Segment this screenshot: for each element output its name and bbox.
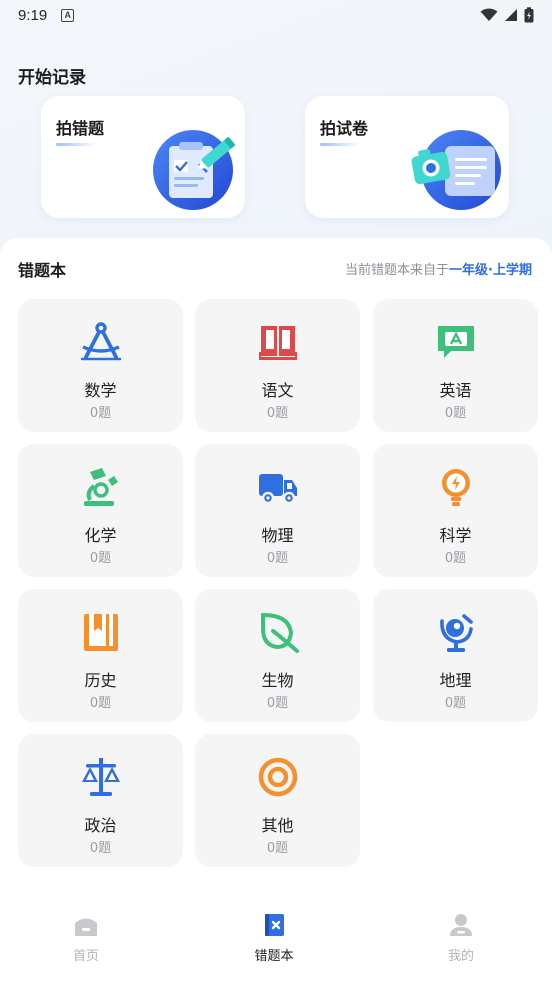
- scale-icon: [80, 756, 122, 798]
- subject-card-biology[interactable]: 生物 0题: [195, 589, 360, 722]
- subject-count: 0题: [444, 551, 467, 566]
- subject-name: 地理: [439, 671, 472, 690]
- profile-icon: [406, 910, 516, 940]
- mistake-book-title: 错题本: [18, 261, 67, 280]
- battery-icon: [524, 7, 534, 23]
- signal-icon: [505, 9, 517, 21]
- subject-name: 语文: [261, 381, 294, 400]
- snap-paper-card[interactable]: 拍试卷: [305, 96, 509, 218]
- mistake-book-source[interactable]: 当前错题本来自于一年级·上学期: [345, 259, 532, 278]
- globe-icon: [435, 611, 477, 653]
- tab-profile[interactable]: 我的: [406, 910, 516, 964]
- subject-card-politics[interactable]: 政治 0题: [18, 734, 183, 867]
- bottom-tab-bar: 首页 错题本 我的: [0, 898, 552, 984]
- card-underline: [320, 143, 360, 146]
- mistake-book-icon: [219, 910, 329, 940]
- subject-count: 0题: [266, 551, 289, 566]
- subject-card-physics[interactable]: 物理 0题: [195, 444, 360, 577]
- subject-name: 英语: [439, 381, 472, 400]
- source-grade[interactable]: 一年级·上学期: [449, 263, 532, 278]
- card-underline: [56, 143, 96, 146]
- subject-card-chemistry[interactable]: 化学 0题: [18, 444, 183, 577]
- subject-name: 数学: [84, 381, 117, 400]
- book-icon: [257, 321, 299, 363]
- leaf-icon: [257, 611, 299, 653]
- subject-name: 其他: [261, 816, 294, 835]
- subject-card-english[interactable]: 英语 0题: [373, 299, 538, 432]
- subject-count: 0题: [444, 696, 467, 711]
- snap-paper-label: 拍试卷: [320, 119, 369, 138]
- bulb-icon: [435, 466, 477, 508]
- subject-count: 0题: [266, 696, 289, 711]
- subject-name: 化学: [84, 526, 117, 545]
- target-icon: [257, 756, 299, 798]
- subject-count: 0题: [266, 406, 289, 421]
- bookmark-book-icon: [80, 611, 122, 653]
- camera-paper-illustration: [411, 130, 501, 210]
- status-bar: 9:19 A: [0, 0, 552, 30]
- source-prefix: 当前错题本来自于: [345, 263, 450, 278]
- snap-mistake-label: 拍错题: [56, 119, 105, 138]
- snap-mistake-card[interactable]: 拍错题: [41, 96, 245, 218]
- subject-name: 政治: [84, 816, 117, 835]
- subject-card-geography[interactable]: 地理 0题: [373, 589, 538, 722]
- subject-card-history[interactable]: 历史 0题: [18, 589, 183, 722]
- subject-count: 0题: [89, 551, 112, 566]
- subject-card-science[interactable]: 科学 0题: [373, 444, 538, 577]
- subject-card-chinese[interactable]: 语文 0题: [195, 299, 360, 432]
- tab-mistake-book[interactable]: 错题本: [219, 910, 329, 964]
- tab-label: 首页: [72, 949, 99, 964]
- wifi-icon: [480, 8, 498, 21]
- compass-icon: [80, 321, 122, 363]
- notification-a-icon: A: [61, 8, 75, 22]
- subject-count: 0题: [89, 406, 112, 421]
- tab-label: 错题本: [254, 949, 294, 964]
- subject-card-other[interactable]: 其他 0题: [195, 734, 360, 867]
- truck-icon: [257, 466, 299, 508]
- subject-count: 0题: [89, 696, 112, 711]
- subject-name: 科学: [439, 526, 472, 545]
- status-time: 9:19: [18, 6, 48, 24]
- subject-count: 0题: [266, 841, 289, 856]
- home-icon: [31, 910, 141, 940]
- chat-a-icon: [435, 321, 477, 363]
- record-section-title: 开始记录: [18, 68, 86, 88]
- clipboard-pencil-illustration: [153, 130, 235, 210]
- subject-name: 历史: [84, 671, 117, 690]
- subject-count: 0题: [89, 841, 112, 856]
- tab-label: 我的: [447, 949, 474, 964]
- subject-name: 生物: [261, 671, 294, 690]
- tab-home[interactable]: 首页: [31, 910, 141, 964]
- subject-card-math[interactable]: 数学 0题: [18, 299, 183, 432]
- subject-count: 0题: [444, 406, 467, 421]
- mistake-book-panel: 错题本 当前错题本来自于一年级·上学期 数学 0题 语文 0题 英语 0题 化学…: [0, 238, 552, 984]
- subject-name: 物理: [261, 526, 294, 545]
- microscope-icon: [80, 466, 122, 508]
